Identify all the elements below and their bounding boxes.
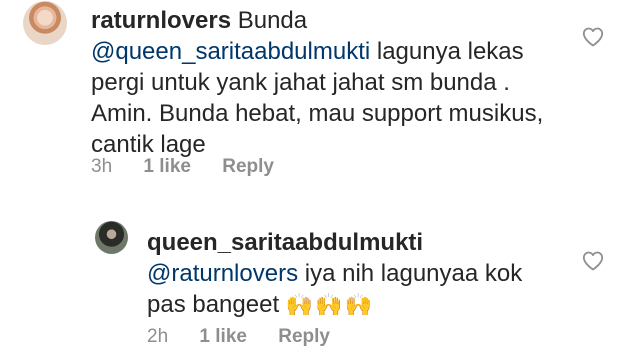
comment-time: 3h [91,156,113,177]
comment-text-lead: Bunda [231,7,308,34]
heart-outline-icon [582,251,604,271]
avatar[interactable] [23,1,67,45]
comment-likes[interactable]: 1 like [143,156,191,177]
comment-mention[interactable]: @queen_saritaabdulmukti [91,38,370,65]
avatar[interactable] [95,221,128,254]
comment-likes[interactable]: 1 like [199,326,247,347]
like-button[interactable] [582,27,604,47]
comment-meta: 3h 1 like Reply [91,156,300,178]
comment-username[interactable]: raturnlovers [91,7,231,34]
comment-item: raturnlovers Bunda @queen_saritaabdulmuk… [0,0,640,190]
comment-body: raturnlovers Bunda @queen_saritaabdulmuk… [91,5,571,160]
reply-button[interactable]: Reply [222,156,274,177]
comment-meta: 2h 1 like Reply [147,326,356,348]
comment-mention[interactable]: @raturnlovers [147,260,298,287]
raising-hands-emoji: 🙌🙌🙌 [285,292,374,317]
reply-button[interactable]: Reply [278,326,330,347]
comment-username[interactable]: queen_saritaabdulmukti [147,229,423,256]
reply-comment-item: queen_saritaabdulmukti @raturnlovers iya… [0,218,640,360]
comment-time: 2h [147,326,169,347]
heart-outline-icon [582,27,604,47]
comment-body: queen_saritaabdulmukti @raturnlovers iya… [147,227,567,320]
like-button[interactable] [582,251,604,271]
